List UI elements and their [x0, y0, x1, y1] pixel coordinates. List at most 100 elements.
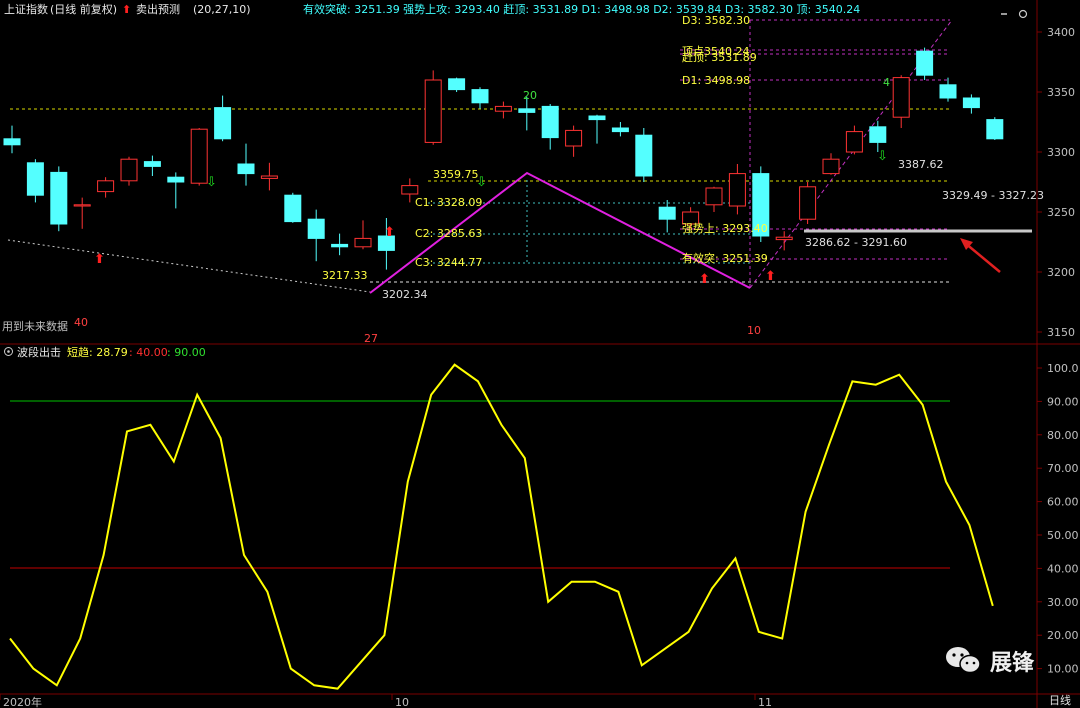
candle-body	[50, 171, 68, 225]
indicator-tick-label: 30.00	[1047, 596, 1079, 609]
candle-body	[471, 89, 489, 104]
candle	[916, 47, 934, 80]
future-data-hint: 用到未来数据	[2, 319, 68, 333]
candle	[471, 87, 489, 109]
watermark: 展锋	[944, 643, 1040, 677]
candle	[775, 231, 793, 251]
short-trend-label: 短趋: 28.79	[67, 346, 128, 359]
price-labels: D3: 3582.30 顶点3540.24 赶顶: 3531.89 D1: 34…	[2, 14, 1044, 345]
indicator-tick-label: 60.00	[1047, 496, 1079, 509]
candle-body	[518, 108, 536, 113]
candle	[307, 209, 325, 262]
candle	[448, 77, 466, 92]
watermark-text: 展锋	[990, 651, 1035, 676]
indicator-axis: 100.0 90.00 80.00 70.00 60.00 50.00 40.00 30.00…	[1037, 362, 1079, 676]
candle-body	[331, 243, 349, 248]
label-count-4: 4	[883, 76, 890, 89]
candle-body	[73, 204, 91, 207]
candle-body	[962, 97, 980, 109]
indicator-title[interactable]: 波段出击	[17, 345, 61, 361]
candle	[97, 177, 115, 198]
period-tab[interactable]: 日线	[1040, 694, 1080, 708]
candle-body	[26, 162, 44, 196]
price-tick-label: 3200	[1047, 266, 1075, 279]
candle-body	[237, 163, 255, 175]
label-c1: C1: 3328.09	[415, 196, 482, 209]
candle-body	[565, 129, 583, 147]
candle-body	[705, 187, 723, 206]
wechat-icon	[946, 647, 981, 674]
indicator-tick-label: 70.00	[1047, 462, 1079, 475]
candle	[892, 75, 910, 128]
candle-body	[588, 115, 606, 121]
candle-body	[307, 218, 325, 239]
candle-body	[869, 126, 887, 143]
indicator-tick-label: 90.00	[1047, 395, 1079, 408]
label-yxt: 有效突: 3251.39	[682, 251, 768, 265]
candle	[939, 77, 957, 102]
month-11-label: 11	[758, 696, 772, 708]
label-c2: C2: 3285.63	[415, 227, 482, 240]
candle-body	[541, 105, 559, 139]
red-pointer-arrow	[960, 238, 1001, 273]
candle	[611, 122, 629, 137]
line40-label: : 40.00	[129, 346, 168, 359]
buy-arrow-icon: ⬆	[765, 269, 776, 284]
price-tick-label: 3400	[1047, 26, 1075, 39]
price-axis: 355035003450340033503300325032003150	[1037, 26, 1075, 339]
sell-arrow-icon: ⇩	[206, 175, 217, 190]
candle-body	[448, 78, 466, 91]
candle	[565, 125, 583, 157]
label-low: 3202.34	[382, 288, 428, 301]
sell-arrow-icon: ⇩	[877, 149, 888, 164]
candle-body	[939, 84, 957, 99]
label-count-27: 27	[364, 332, 378, 345]
candle	[424, 70, 442, 145]
candle	[354, 220, 372, 250]
label-ganding: 赶顶: 3531.89	[682, 50, 757, 64]
candle	[190, 128, 208, 186]
candle	[167, 172, 185, 209]
candle	[822, 153, 840, 175]
price-tick-label: 3150	[1047, 326, 1075, 339]
line90-label: : 90.00	[167, 346, 206, 359]
label-high2: 3387.62	[898, 158, 944, 171]
buy-arrow-icon: ⬆	[699, 272, 710, 287]
candle-body	[986, 119, 1004, 140]
candle-body	[424, 79, 442, 143]
candle	[260, 162, 278, 191]
candle	[26, 159, 44, 203]
candle	[284, 192, 302, 223]
candle	[73, 197, 91, 229]
candle-body	[401, 185, 419, 195]
candle-body	[635, 134, 653, 177]
candle-body	[658, 206, 676, 220]
label-count-20: 20	[523, 89, 537, 102]
label-range-right: 3329.49 - 3327.23	[942, 189, 1044, 202]
candle	[635, 128, 653, 182]
candle	[799, 182, 817, 224]
label-left-low: 3217.33	[322, 269, 368, 282]
candle-body	[611, 127, 629, 133]
indicator-tick-label: 40.00	[1047, 562, 1079, 575]
candle-body	[775, 236, 793, 241]
candle	[3, 125, 21, 154]
candle-body	[728, 173, 746, 207]
settings-icon[interactable]	[3, 346, 14, 362]
candle	[214, 95, 232, 142]
candle-body	[354, 237, 372, 248]
buy-arrow-icon: ⬆	[94, 252, 105, 267]
indicator-tick-label: 100.0	[1047, 362, 1079, 375]
indicator-tick-label: 10.00	[1047, 663, 1079, 676]
candle	[120, 156, 138, 186]
indicator-tick-label: 80.00	[1047, 429, 1079, 442]
candle-body	[97, 180, 115, 193]
candle	[705, 186, 723, 212]
candle-body	[260, 175, 278, 179]
candle-body	[214, 107, 232, 140]
price-tick-label: 3250	[1047, 206, 1075, 219]
candle-body	[167, 176, 185, 183]
label-peak: 3359.75	[433, 168, 479, 181]
candle	[658, 200, 676, 233]
candle	[588, 114, 606, 144]
